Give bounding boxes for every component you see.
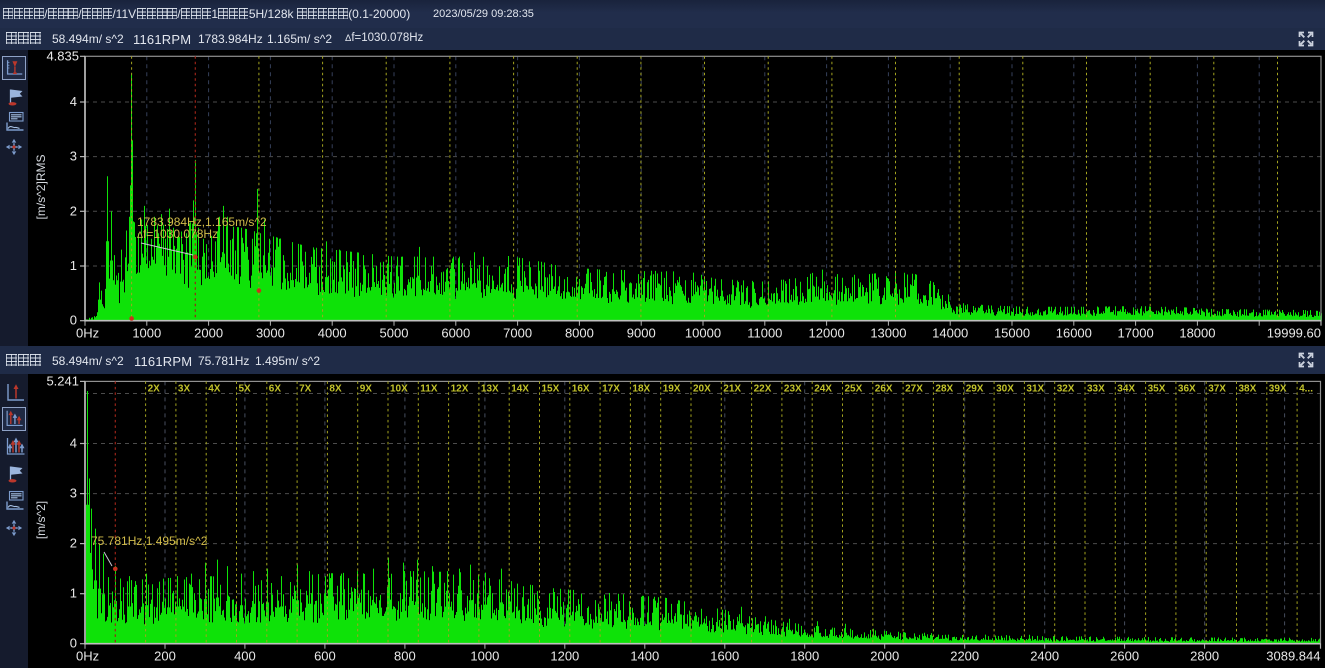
svg-text:23X: 23X: [784, 383, 802, 394]
svg-text:0Hz: 0Hz: [76, 326, 99, 341]
svg-text:33X: 33X: [1087, 383, 1105, 394]
svg-text:21X: 21X: [723, 383, 741, 394]
svg-text:4: 4: [70, 94, 77, 109]
svg-text:6X: 6X: [269, 383, 282, 394]
svg-text:7000: 7000: [503, 326, 532, 341]
svg-text:13X: 13X: [481, 383, 499, 394]
svg-text:32X: 32X: [1057, 383, 1075, 394]
svg-text:4...: 4...: [1299, 383, 1313, 394]
svg-text:37X: 37X: [1208, 383, 1226, 394]
svg-text:19X: 19X: [663, 383, 681, 394]
svg-text:6000: 6000: [441, 326, 470, 341]
svg-text:29X: 29X: [966, 383, 984, 394]
svg-text:2800: 2800: [1190, 649, 1219, 664]
svg-text:3X: 3X: [178, 383, 191, 394]
svg-text:25X: 25X: [845, 383, 863, 394]
svg-text:1200: 1200: [550, 649, 579, 664]
svg-text:12000: 12000: [809, 326, 845, 341]
svg-text:14000: 14000: [932, 326, 968, 341]
svg-text:22X: 22X: [754, 383, 772, 394]
svg-text:15X: 15X: [542, 383, 560, 394]
svg-text:800: 800: [394, 649, 416, 664]
svg-text:12X: 12X: [451, 383, 469, 394]
svg-text:600: 600: [314, 649, 336, 664]
svg-text:27X: 27X: [905, 383, 923, 394]
svg-text:Δf=1030.078Hz: Δf=1030.078Hz: [137, 227, 218, 241]
svg-text:4.835: 4.835: [46, 50, 79, 63]
svg-text:35X: 35X: [1148, 383, 1166, 394]
svg-text:1600: 1600: [710, 649, 739, 664]
svg-text:4: 4: [70, 436, 77, 451]
svg-text:18000: 18000: [1179, 326, 1215, 341]
svg-text:8X: 8X: [329, 383, 342, 394]
svg-text:7X: 7X: [299, 383, 312, 394]
svg-text:11000: 11000: [747, 326, 782, 341]
svg-text:2X: 2X: [148, 383, 161, 394]
svg-text:14X: 14X: [511, 383, 529, 394]
svg-text:24X: 24X: [814, 383, 832, 394]
svg-text:39X: 39X: [1269, 383, 1287, 394]
svg-text:4000: 4000: [318, 326, 347, 341]
svg-text:17X: 17X: [602, 383, 620, 394]
svg-text:2000: 2000: [194, 326, 223, 341]
svg-text:20X: 20X: [693, 383, 711, 394]
svg-text:19999.60: 19999.60: [1267, 326, 1321, 341]
svg-text:3: 3: [70, 149, 77, 164]
svg-text:5X: 5X: [239, 383, 252, 394]
svg-text:75.781Hz,1.495m/s^2: 75.781Hz,1.495m/s^2: [91, 534, 208, 548]
svg-text:1: 1: [70, 586, 77, 601]
svg-text:10X: 10X: [390, 383, 408, 394]
svg-text:3089.844: 3089.844: [1266, 649, 1320, 664]
svg-text:0: 0: [70, 313, 77, 328]
svg-text:16000: 16000: [1056, 326, 1092, 341]
svg-text:0Hz: 0Hz: [76, 649, 99, 664]
svg-text:5000: 5000: [380, 326, 409, 341]
svg-text:10000: 10000: [685, 326, 721, 341]
svg-text:9000: 9000: [627, 326, 656, 341]
svg-text:36X: 36X: [1178, 383, 1196, 394]
svg-text:0: 0: [70, 636, 77, 651]
svg-text:30X: 30X: [996, 383, 1014, 394]
svg-text:9X: 9X: [360, 383, 373, 394]
svg-text:2200: 2200: [950, 649, 979, 664]
svg-text:1400: 1400: [630, 649, 659, 664]
svg-text:26X: 26X: [875, 383, 893, 394]
svg-text:3: 3: [70, 486, 77, 501]
svg-text:200: 200: [154, 649, 176, 664]
svg-text:400: 400: [234, 649, 256, 664]
svg-text:4X: 4X: [208, 383, 221, 394]
svg-text:13000: 13000: [870, 326, 906, 341]
svg-text:28X: 28X: [935, 383, 953, 394]
svg-text:1000: 1000: [470, 649, 499, 664]
svg-text:31X: 31X: [1026, 383, 1044, 394]
svg-text:2: 2: [70, 203, 77, 218]
svg-text:2000: 2000: [870, 649, 899, 664]
svg-text:3000: 3000: [256, 326, 285, 341]
svg-text:2600: 2600: [1110, 649, 1139, 664]
svg-text:11X: 11X: [420, 383, 438, 394]
svg-text:18X: 18X: [632, 383, 650, 394]
svg-text:5.241: 5.241: [46, 374, 79, 388]
svg-text:1: 1: [70, 258, 77, 273]
svg-text:2400: 2400: [1030, 649, 1059, 664]
svg-text:16X: 16X: [572, 383, 590, 394]
svg-text:2: 2: [70, 536, 77, 551]
svg-text:1800: 1800: [790, 649, 819, 664]
svg-text:38X: 38X: [1239, 383, 1257, 394]
svg-text:34X: 34X: [1117, 383, 1135, 394]
svg-text:8000: 8000: [565, 326, 594, 341]
svg-text:15000: 15000: [994, 326, 1030, 341]
svg-text:17000: 17000: [1118, 326, 1154, 341]
svg-text:1000: 1000: [132, 326, 161, 341]
